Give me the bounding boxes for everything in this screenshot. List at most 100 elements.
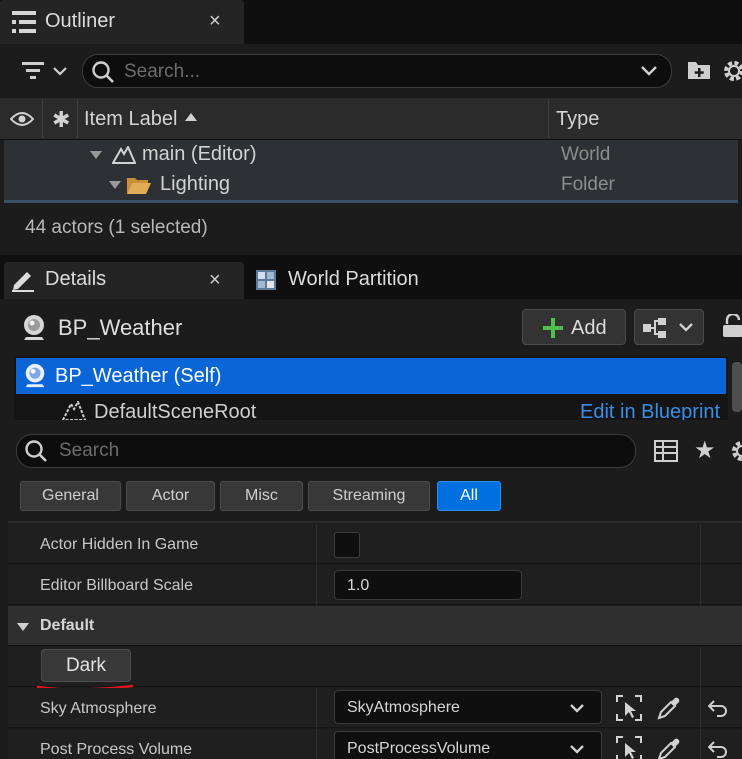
- property-label: Post Process Volume: [40, 741, 193, 758]
- column-separator: [548, 100, 549, 138]
- reset-arrow-icon[interactable]: [708, 699, 728, 717]
- pick-actor-icon[interactable]: [616, 736, 642, 759]
- column-separator: [316, 729, 317, 759]
- eyedropper-icon[interactable]: [656, 736, 682, 759]
- sort-ascending-icon[interactable]: [184, 112, 198, 122]
- tree-item-label: Lighting: [160, 173, 231, 195]
- scene-root-icon: [62, 401, 86, 420]
- column-separator: [700, 729, 701, 759]
- pinned-star-icon[interactable]: ✱: [52, 107, 70, 133]
- search-icon: [24, 439, 48, 463]
- property-row-actor-hidden: Actor Hidden In Game: [8, 524, 742, 564]
- chevron-down-icon: [569, 744, 585, 755]
- details-panel: Details × World Partition BP_Weather Add: [0, 262, 742, 759]
- gear-icon[interactable]: [722, 59, 742, 83]
- outliner-panel: Outliner × Search... ✱ Item Label Type m…: [0, 0, 742, 255]
- column-separator: [700, 647, 701, 687]
- blueprint-options-button[interactable]: [634, 309, 704, 345]
- property-row-billboard: Editor Billboard Scale 1.0: [8, 565, 742, 605]
- filter-general-button[interactable]: General: [20, 481, 121, 511]
- actor-icon: [22, 362, 48, 388]
- filter-streaming-button[interactable]: Streaming: [308, 481, 430, 511]
- tab-world-partition[interactable]: World Partition: [246, 262, 496, 299]
- actor-name: BP_Weather: [58, 315, 183, 340]
- close-icon[interactable]: ×: [209, 11, 221, 31]
- world-partition-icon: [256, 270, 276, 290]
- tab-details[interactable]: Details ×: [4, 262, 244, 299]
- eyedropper-icon[interactable]: [656, 695, 682, 721]
- tab-world-partition-label: World Partition: [288, 268, 419, 290]
- outliner-tab[interactable]: Outliner ×: [0, 0, 244, 44]
- property-label: Sky Atmosphere: [40, 700, 157, 717]
- filter-icon[interactable]: [22, 61, 68, 81]
- world-icon: [112, 146, 136, 164]
- expand-arrow-icon[interactable]: [108, 180, 122, 190]
- filter-actor-button[interactable]: Actor: [126, 481, 215, 511]
- component-row-root[interactable]: DefaultSceneRoot Edit in Blueprint: [16, 396, 726, 420]
- filter-misc-button[interactable]: Misc: [220, 481, 303, 511]
- combo-value: PostProcessVolume: [347, 740, 491, 757]
- property-row-sky-atmosphere: Sky Atmosphere SkyAtmosphere: [8, 688, 742, 728]
- column-separator: [700, 565, 701, 605]
- details-search-input[interactable]: Search: [16, 434, 636, 468]
- folder-icon: [126, 175, 152, 195]
- combo-value: SkyAtmosphere: [347, 699, 460, 716]
- column-separator: [77, 100, 78, 138]
- outliner-tab-label: Outliner: [45, 10, 116, 32]
- post-process-volume-combo[interactable]: PostProcessVolume: [334, 731, 602, 759]
- search-placeholder: Search: [59, 440, 120, 461]
- item-label-header[interactable]: Item Label: [84, 108, 177, 131]
- category-label: Default: [40, 617, 95, 634]
- outliner-icon: [12, 11, 36, 33]
- collapse-arrow-icon[interactable]: [16, 622, 30, 632]
- column-separator: [316, 524, 317, 564]
- sky-atmosphere-combo[interactable]: SkyAtmosphere: [334, 690, 602, 724]
- close-icon[interactable]: ×: [209, 270, 221, 290]
- scroll-edge: [4, 200, 738, 203]
- dark-button[interactable]: Dark: [41, 649, 131, 682]
- column-separator: [700, 524, 701, 564]
- column-separator: [316, 565, 317, 605]
- chevron-down-icon[interactable]: [640, 65, 658, 77]
- gear-icon[interactable]: [730, 439, 742, 463]
- chevron-down-icon: [678, 322, 694, 333]
- tree-item-label: main (Editor): [142, 143, 257, 165]
- search-placeholder: Search...: [124, 61, 201, 82]
- component-scrollbar[interactable]: [732, 362, 742, 412]
- eye-icon[interactable]: [10, 111, 34, 127]
- column-separator: [316, 688, 317, 728]
- column-separator: [42, 100, 43, 138]
- tab-details-label: Details: [45, 268, 107, 290]
- actor-icon: [20, 313, 48, 341]
- column-separator: [700, 688, 701, 728]
- filter-all-button[interactable]: All: [437, 481, 501, 511]
- component-row-self[interactable]: BP_Weather (Self): [16, 358, 726, 394]
- plus-icon: [543, 318, 563, 338]
- tree-row[interactable]: main (Editor) World: [4, 140, 738, 170]
- search-icon: [91, 60, 115, 84]
- reset-arrow-icon[interactable]: [708, 740, 728, 758]
- property-row-post-process: Post Process Volume PostProcessVolume: [8, 729, 742, 759]
- outliner-status-text: 44 actors (1 selected): [25, 217, 208, 238]
- property-label: Actor Hidden In Game: [40, 536, 199, 553]
- property-matrix-icon[interactable]: [654, 439, 678, 463]
- actor-hidden-checkbox[interactable]: [334, 532, 360, 558]
- grid-divider: [8, 521, 742, 523]
- property-label: Editor Billboard Scale: [40, 577, 193, 594]
- billboard-scale-input[interactable]: 1.0: [334, 570, 522, 600]
- pick-actor-icon[interactable]: [616, 695, 642, 721]
- component-label: DefaultSceneRoot: [94, 401, 257, 420]
- type-header[interactable]: Type: [556, 108, 599, 131]
- edit-in-blueprint-link[interactable]: Edit in Blueprint: [580, 401, 720, 420]
- category-default[interactable]: Default: [8, 606, 742, 646]
- lock-icon[interactable]: [721, 314, 742, 338]
- tree-item-type: World: [561, 144, 611, 165]
- add-component-button[interactable]: Add: [522, 309, 626, 345]
- add-folder-icon[interactable]: [687, 59, 711, 81]
- expand-arrow-icon[interactable]: [89, 150, 103, 160]
- hierarchy-icon: [643, 318, 669, 338]
- outliner-search-input[interactable]: Search...: [82, 54, 672, 88]
- tree-row[interactable]: Lighting Folder: [4, 170, 738, 200]
- tree-item-type: Folder: [561, 174, 615, 195]
- favorites-star-icon[interactable]: ★: [694, 436, 716, 465]
